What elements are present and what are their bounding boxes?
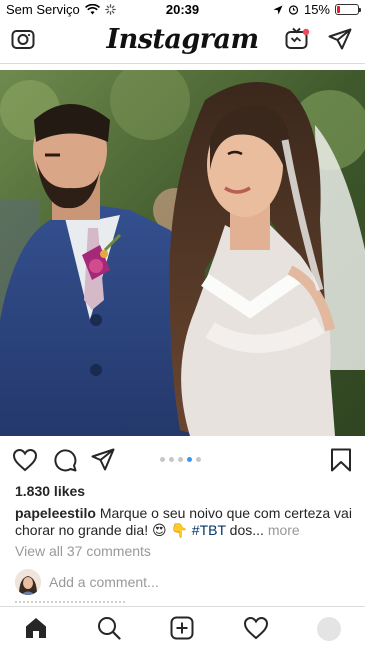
- profile-avatar[interactable]: [317, 617, 341, 641]
- new-post-icon[interactable]: [170, 616, 194, 640]
- battery-percent: 15%: [303, 2, 330, 17]
- carousel-indicator: [160, 457, 201, 462]
- carousel-dot: [169, 457, 174, 462]
- caption-more-link[interactable]: more: [268, 522, 300, 538]
- likes-count[interactable]: 1.830 likes: [15, 483, 85, 499]
- view-all-comments-link[interactable]: View all 37 comments: [15, 543, 151, 559]
- bottom-tab-bar: [0, 606, 365, 650]
- comment-icon[interactable]: [53, 448, 77, 472]
- igtv-icon[interactable]: [285, 27, 310, 51]
- post-photo[interactable]: [0, 70, 365, 436]
- home-icon[interactable]: [24, 616, 48, 640]
- alarm-icon: [288, 5, 299, 15]
- location-arrow-icon: [273, 5, 283, 14]
- battery-icon: [335, 4, 361, 15]
- share-icon[interactable]: [91, 448, 115, 472]
- activity-heart-icon[interactable]: [243, 616, 269, 640]
- carousel-dot: [178, 457, 183, 462]
- instagram-logo[interactable]: Instagram: [0, 24, 365, 55]
- search-icon[interactable]: [97, 616, 121, 640]
- add-comment-row[interactable]: Add a comment...: [15, 569, 355, 595]
- avatar: [15, 569, 41, 595]
- carousel-dot: [187, 457, 192, 462]
- carousel-dot: [196, 457, 201, 462]
- caption-text-2: dos...: [225, 522, 264, 538]
- post-actions: [0, 444, 365, 476]
- battery-level: [337, 6, 340, 13]
- next-post-peek: [15, 601, 125, 605]
- caption-emojis: 😍 👇: [151, 522, 192, 538]
- status-right: 15%: [273, 2, 361, 17]
- app-header: Instagram: [0, 20, 365, 64]
- direct-message-icon[interactable]: [328, 28, 352, 50]
- caption-hashtag[interactable]: #TBT: [192, 522, 226, 538]
- status-bar: Sem Serviço 20:39 15%: [0, 0, 365, 20]
- wedding-photo: [0, 70, 365, 436]
- add-comment-input[interactable]: Add a comment...: [49, 574, 159, 590]
- save-bookmark-icon[interactable]: [330, 448, 352, 472]
- like-heart-icon[interactable]: [12, 448, 38, 472]
- post-caption: papeleestilo Marque o seu noivo que com …: [15, 505, 355, 539]
- carousel-dot: [160, 457, 165, 462]
- caption-username[interactable]: papeleestilo: [15, 505, 96, 521]
